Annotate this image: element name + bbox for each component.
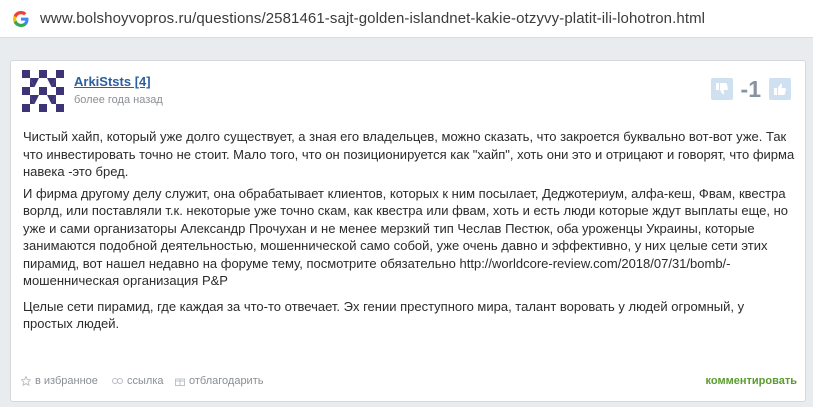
answer-card: ArkiStsts [4] более года назад -1 Чистый… bbox=[10, 60, 806, 402]
address-bar[interactable]: www.bolshoyvopros.ru/questions/2581461-s… bbox=[0, 0, 813, 38]
vote-widget: -1 bbox=[710, 75, 791, 102]
thank-label: отблагодарить bbox=[189, 375, 264, 387]
favorite-label: в избранное bbox=[35, 375, 98, 387]
link-icon bbox=[112, 378, 123, 384]
link-label: ссылка bbox=[127, 375, 164, 387]
thumbs-down-icon bbox=[715, 83, 728, 95]
google-icon bbox=[13, 11, 29, 27]
post-time: более года назад bbox=[74, 94, 163, 106]
answer-paragraph: Чистый хайп, который уже долго существуе… bbox=[23, 129, 795, 179]
thumbs-up-button[interactable] bbox=[769, 78, 791, 100]
link-action[interactable]: ссылка bbox=[112, 375, 164, 387]
favorite-action[interactable]: в избранное bbox=[21, 375, 98, 387]
answer-text: Чистый хайп, который уже долго существуе… bbox=[23, 128, 795, 337]
url-text[interactable]: www.bolshoyvopros.ru/questions/2581461-s… bbox=[40, 10, 705, 27]
avatar[interactable] bbox=[22, 70, 64, 112]
answer-paragraph: Целые сети пирамид, где каждая за что-то… bbox=[23, 298, 745, 332]
thumbs-up-icon bbox=[774, 83, 786, 95]
gift-icon bbox=[175, 378, 185, 386]
vote-score: -1 bbox=[740, 75, 761, 102]
comment-button[interactable]: комментировать bbox=[706, 375, 797, 387]
answer-actions: в избранное ссылка отблагодарить коммент… bbox=[21, 375, 797, 391]
author-link[interactable]: ArkiStsts [4] bbox=[74, 74, 151, 89]
answer-paragraph: И фирма другому делу служит, она обрабат… bbox=[23, 185, 788, 289]
thumbs-down-button[interactable] bbox=[710, 78, 733, 100]
thank-action[interactable]: отблагодарить bbox=[175, 375, 263, 387]
star-icon bbox=[21, 376, 31, 386]
